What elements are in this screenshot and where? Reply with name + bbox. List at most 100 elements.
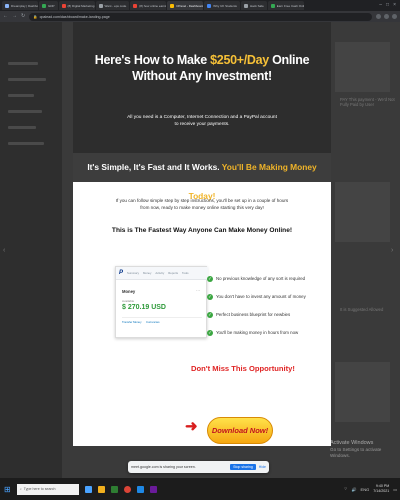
paypal-nav-item: Reports <box>168 271 179 275</box>
tab-label: CPanel - Dashboard <box>176 3 204 8</box>
background-card <box>335 362 390 422</box>
excel-icon[interactable] <box>110 485 118 493</box>
favicon-icon <box>243 3 248 8</box>
hide-button[interactable]: Hide <box>259 465 266 469</box>
arrow-right-icon: ➜ <box>185 418 198 435</box>
favicon-icon <box>270 3 275 8</box>
paypal-logo: P <box>119 270 124 276</box>
forward-icon[interactable]: → <box>12 14 17 19</box>
paypal-nav-item: Tools <box>182 271 189 275</box>
tab-label: Hack Safe <box>249 3 264 8</box>
checkmark-icon: ✓ <box>207 329 213 336</box>
browser-tab[interactable]: Why UK Students <box>204 1 240 10</box>
chrome-icon[interactable] <box>123 485 131 493</box>
file-explorer-icon[interactable] <box>97 485 105 493</box>
windows-start-icon[interactable]: ⊞ <box>4 485 11 494</box>
search-icon: ⌕ <box>19 487 22 491</box>
app-icon[interactable] <box>149 485 157 493</box>
hero-title: Here's How to Make $250+/Day Online With… <box>94 53 310 84</box>
clock[interactable]: 9:40 PM 7/14/2021 <box>373 484 389 494</box>
background-sidebar <box>0 22 62 478</box>
tab-label: Earn Free Cash Online <box>276 3 304 8</box>
browser-tab[interactable]: Dreamplay | Dashboard <box>2 1 38 10</box>
browser-tab[interactable]: (8) how online earning <box>130 1 167 10</box>
chevron-left-icon[interactable]: ‹ <box>3 247 5 254</box>
system-tray: ⌔ 🔊 ENG 9:40 PM 7/14/2021 ▭ <box>344 484 400 494</box>
tab-label: (8) Digital Marketing <box>67 3 95 8</box>
background-text: It is Suggested Allowed <box>340 307 384 312</box>
paypal-money-label: Money <box>122 289 136 294</box>
edge-icon[interactable] <box>136 485 144 493</box>
checkmark-icon: ✓ <box>207 311 213 318</box>
browser-tab[interactable]: (8) Digital Marketing <box>58 1 95 10</box>
hero-highlight: $250+/Day <box>210 53 269 67</box>
activate-windows-watermark: Activate Windows Go to Settings to activ… <box>330 440 382 459</box>
reload-icon[interactable]: ↻ <box>21 14 25 19</box>
paypal-available-label: Available <box>122 299 135 303</box>
tab-label: GDP <box>48 3 55 8</box>
address-bar: ← → ↻ 🔒 cpalead.com/dashboard/make-landi… <box>0 11 400 22</box>
window-controls: – □ × <box>379 3 400 8</box>
checkmark-icon: ✓ <box>207 293 213 300</box>
taskbar-search-input[interactable]: ⌕ Type here to search <box>16 483 79 495</box>
tab-bar: Dreamplay | Dashboard GDP (8) Digital Mark… <box>0 0 400 11</box>
extension-icon[interactable] <box>384 14 389 19</box>
network-icon[interactable]: ⌔ <box>344 486 348 492</box>
paypal-screenshot: P Summary Money Activity Reports Tools M… <box>115 266 208 338</box>
extension-icons <box>376 14 397 19</box>
lock-icon: 🔒 <box>33 14 38 19</box>
browser-tab[interactable]: Hack Safe <box>240 1 267 10</box>
favicon-icon <box>5 3 9 8</box>
background-card <box>335 182 390 242</box>
chevron-right-icon[interactable]: › <box>391 247 393 254</box>
task-view-icon[interactable] <box>84 485 92 493</box>
tab-label: Want - eps code <box>104 3 127 8</box>
benefits-list: ✓ No previous knowledge of any sort is r… <box>207 272 327 344</box>
language-indicator[interactable]: ENG <box>361 487 370 492</box>
list-item: ✓ You'll be making money in hours from n… <box>207 329 299 336</box>
list-item: ✓ No previous knowledge of any sort is r… <box>207 275 306 282</box>
paypal-nav-item: Summary <box>127 271 139 275</box>
favicon-icon <box>133 3 138 8</box>
favicon-icon <box>42 3 46 8</box>
background-card <box>335 42 390 92</box>
screen-share-bar: meet.google.com is sharing your screen. … <box>128 461 269 473</box>
intro-text: If you can follow simple step by step in… <box>115 198 289 211</box>
paypal-nav: P Summary Money Activity Reports Tools <box>116 267 208 280</box>
download-now-button[interactable]: Download Now! <box>207 417 273 444</box>
stop-sharing-button[interactable]: Stop sharing <box>230 464 256 470</box>
profile-icon[interactable] <box>392 14 397 19</box>
taskbar: ⊞ ⌕ Type here to search ⌔ 🔊 ENG 9:40 PM … <box>0 478 400 500</box>
minimize-icon[interactable]: – <box>379 3 382 8</box>
url-input[interactable]: 🔒 cpalead.com/dashboard/make-landing-pag… <box>29 12 372 21</box>
favicon-icon <box>61 3 66 8</box>
paypal-balance: $ 270.19 USD <box>122 304 166 311</box>
tab-label: Dreamplay | Dashboard <box>11 3 38 8</box>
hero-subtitle: All you need is a Computer, Internet Con… <box>127 115 277 128</box>
list-item: ✓ Perfect business blueprint for newbies <box>207 311 291 318</box>
back-icon[interactable]: ← <box>3 14 8 19</box>
volume-icon[interactable]: 🔊 <box>352 487 357 492</box>
landing-page-preview: Here's How to Make $250+/Day Online With… <box>73 22 331 446</box>
paypal-nav-item: Activity <box>155 271 165 275</box>
checkmark-icon: ✓ <box>207 275 213 282</box>
divider <box>122 317 202 318</box>
url-text: cpalead.com/dashboard/make-landing-page <box>39 14 110 19</box>
browser-tab[interactable]: GDP <box>39 1 58 10</box>
notification-icon[interactable]: ▭ <box>393 487 397 492</box>
tab-label: (8) how online earning <box>139 3 167 8</box>
dont-miss-heading: Don't Miss This Opportunity! <box>191 364 295 373</box>
share-message: meet.google.com is sharing your screen. <box>131 465 196 469</box>
maximize-icon[interactable]: □ <box>386 3 389 8</box>
favicon-icon <box>207 3 212 8</box>
close-icon[interactable]: × <box>393 3 396 8</box>
list-item: ✓ You don't have to invest any amount of… <box>207 293 306 300</box>
browser-tab[interactable]: Want - eps code <box>95 1 130 10</box>
banner: It's Simple, It's Fast and It Works. You… <box>73 153 331 201</box>
background-text: PAY This payment - We'd Not Fully Paid b… <box>340 97 395 108</box>
tab-label: Why UK Students <box>213 3 237 8</box>
browser-tab[interactable]: Earn Free Cash Online <box>267 1 304 10</box>
extension-icon[interactable] <box>376 14 381 19</box>
browser-tab[interactable]: CPanel - Dashboard <box>167 1 204 10</box>
paypal-link: Transfer Money <box>122 320 142 324</box>
